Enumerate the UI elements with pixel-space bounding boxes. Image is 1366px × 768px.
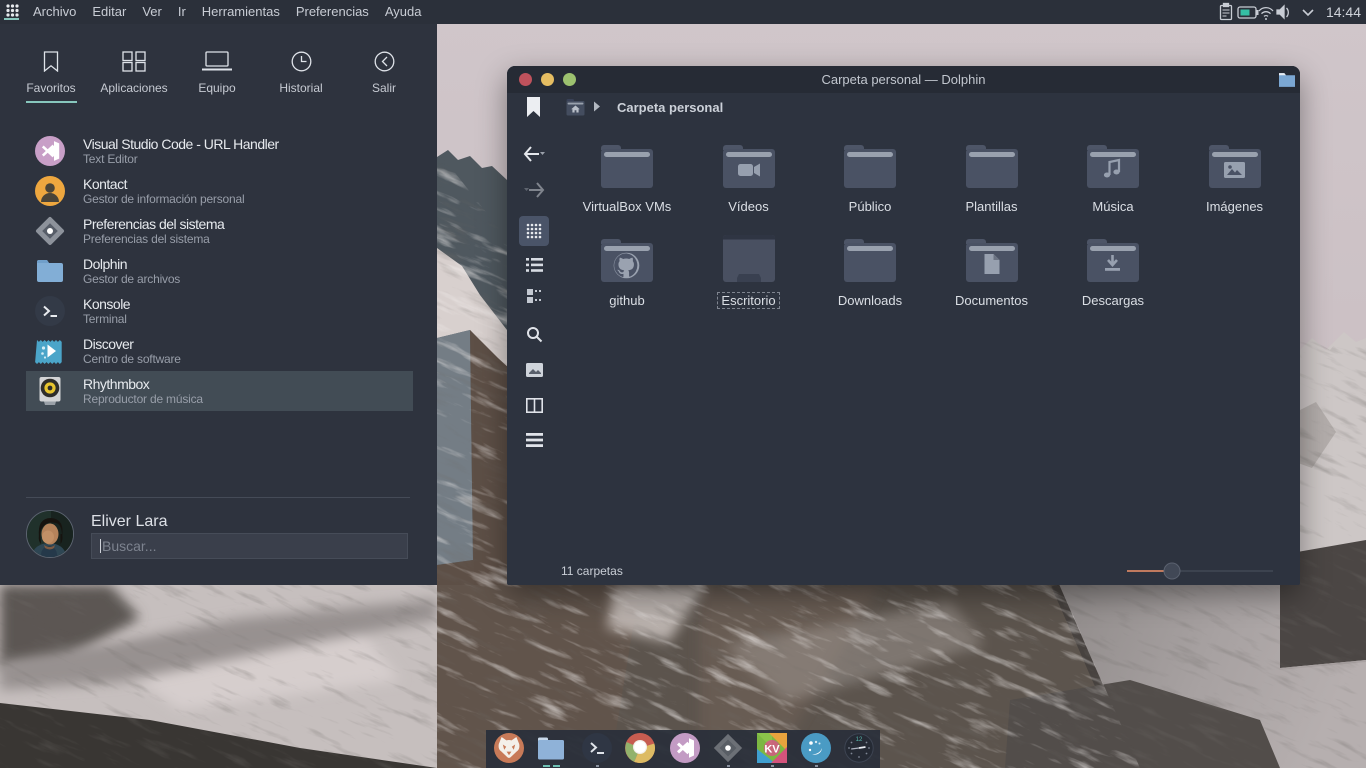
- svg-text:12: 12: [856, 737, 863, 743]
- svg-text:KV: KV: [764, 744, 780, 756]
